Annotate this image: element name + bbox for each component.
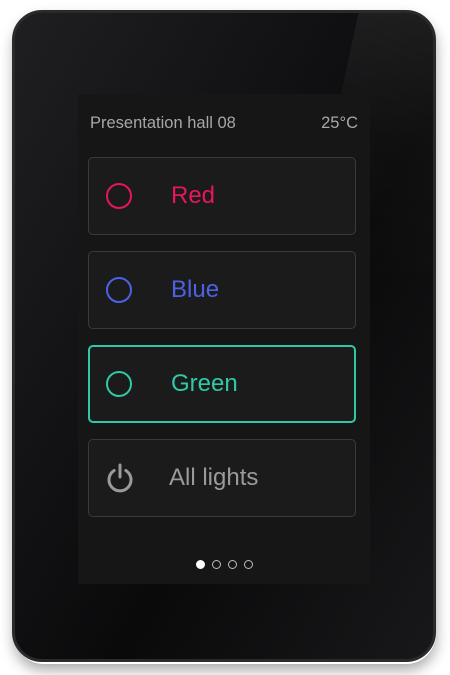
red-scene-label: Red [171,182,216,209]
blue-scene-label: Blue [171,276,220,303]
all-lights-button[interactable]: All lights [88,439,356,517]
circle-ring-icon [106,277,132,303]
page-dot-1[interactable] [195,560,205,569]
page-dot-2[interactable] [211,560,221,569]
red-scene-button[interactable]: Red [88,157,356,235]
green-scene-button[interactable]: Green [88,345,356,423]
circle-ring-icon [106,183,132,209]
page-dot-4[interactable] [243,560,253,569]
page-dot-3[interactable] [227,560,237,569]
power-icon [103,461,137,495]
touch-screen: Presentation hall 08 25°C Red Blue Green… [78,94,370,584]
all-lights-label: All lights [169,464,259,491]
blue-scene-button[interactable]: Blue [88,251,356,329]
green-scene-label: Green [171,370,238,397]
temperature-readout: 25°C [321,113,358,132]
status-header: Presentation hall 08 25°C [90,112,358,134]
room-name: Presentation hall 08 [90,113,236,132]
page-indicator[interactable] [78,560,370,569]
circle-ring-icon [106,371,132,397]
